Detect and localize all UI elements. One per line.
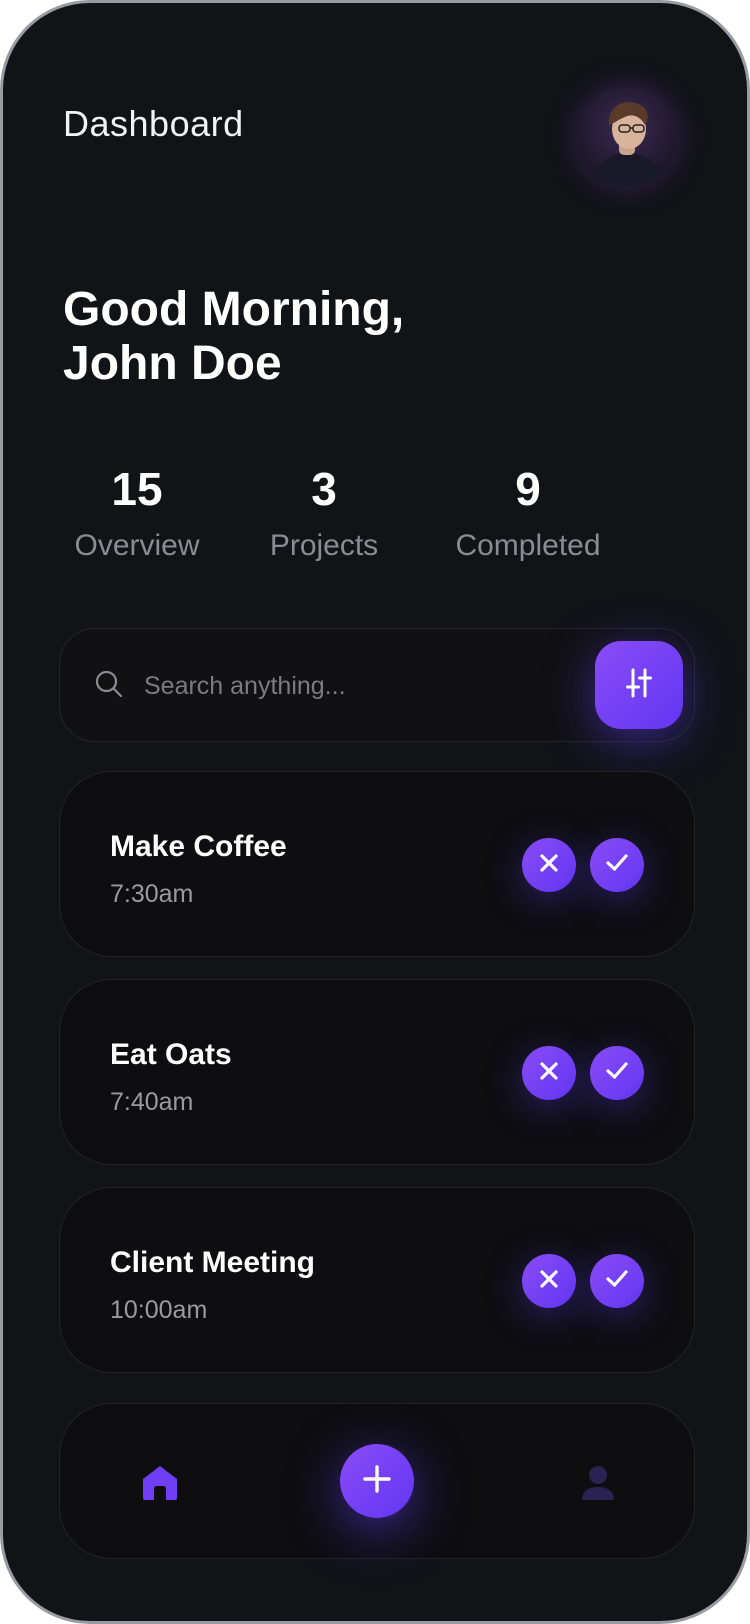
avatar-image	[577, 87, 677, 187]
user-icon	[578, 1466, 618, 1506]
task-time: 7:30am	[110, 880, 194, 908]
stat-overview: 15 Overview	[67, 461, 207, 563]
check-icon	[605, 852, 629, 879]
complete-task-button[interactable]	[590, 1046, 644, 1100]
filter-button[interactable]	[595, 641, 683, 729]
stat-label: Completed	[455, 529, 601, 562]
task-title: Client Meeting	[110, 1246, 316, 1279]
plus-icon	[362, 1464, 392, 1499]
stat-label: Projects	[269, 529, 379, 562]
complete-task-button[interactable]	[590, 838, 644, 892]
task-title: Eat Oats	[110, 1038, 232, 1071]
phone-screen: Dashboard Good Morning, John Doe 15 Over…	[0, 0, 750, 1624]
task-card[interactable]: Client Meeting 10:00am	[59, 1187, 695, 1373]
search-icon	[94, 669, 124, 704]
nav-home-button[interactable]	[140, 1462, 180, 1502]
close-icon	[538, 1060, 560, 1087]
home-icon	[140, 1466, 180, 1506]
greeting: Good Morning, John Doe	[63, 283, 404, 391]
task-card[interactable]: Make Coffee 7:30am	[59, 771, 695, 957]
greeting-line: Good Morning,	[63, 283, 405, 336]
check-icon	[605, 1268, 629, 1295]
user-name: John Doe	[63, 337, 282, 390]
task-time: 10:00am	[110, 1296, 208, 1324]
reject-task-button[interactable]	[522, 1254, 576, 1308]
stat-projects: 3 Projects	[259, 461, 389, 563]
stat-value: 3	[311, 463, 337, 515]
task-title: Make Coffee	[110, 830, 287, 863]
task-card[interactable]: Eat Oats 7:40am	[59, 979, 695, 1165]
page-title: Dashboard	[63, 103, 244, 144]
close-icon	[538, 1268, 560, 1295]
task-time: 7:40am	[110, 1088, 194, 1116]
stat-value: 9	[515, 463, 541, 515]
close-icon	[538, 852, 560, 879]
stat-label: Overview	[74, 529, 200, 562]
reject-task-button[interactable]	[522, 838, 576, 892]
nav-profile-button[interactable]	[578, 1462, 618, 1502]
complete-task-button[interactable]	[590, 1254, 644, 1308]
add-task-button[interactable]	[340, 1444, 414, 1518]
stat-value: 15	[111, 463, 163, 515]
bottom-nav	[59, 1403, 695, 1559]
search-bar	[59, 628, 695, 742]
avatar[interactable]	[577, 87, 677, 187]
check-icon	[605, 1060, 629, 1087]
sliders-icon	[626, 667, 652, 704]
search-input[interactable]	[144, 659, 524, 713]
reject-task-button[interactable]	[522, 1046, 576, 1100]
stat-completed: 9 Completed	[443, 461, 613, 563]
